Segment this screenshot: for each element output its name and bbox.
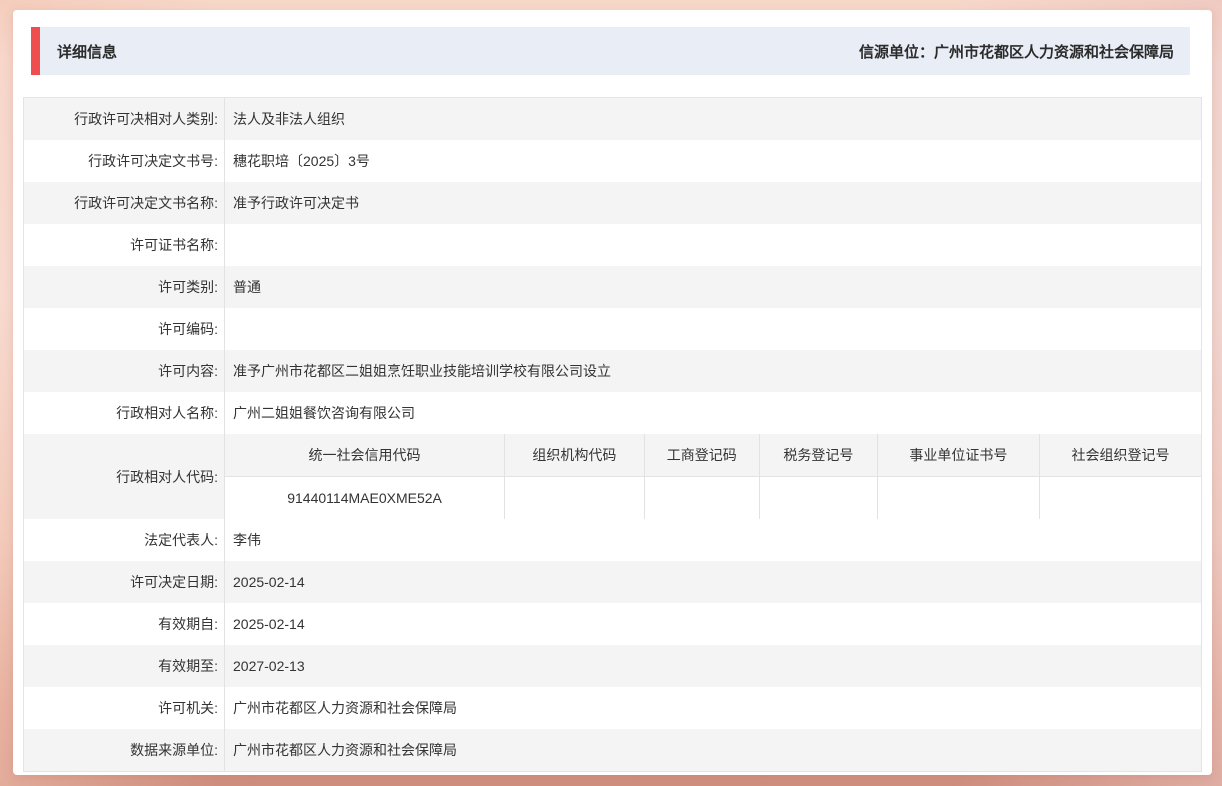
row-label: 许可决定日期: — [24, 561, 225, 603]
table-row: 许可机关: 广州市花都区人力资源和社会保障局 — [24, 687, 1201, 729]
table-row: 行政相对人名称: 广州二姐姐餐饮咨询有限公司 — [24, 392, 1201, 434]
row-label: 有效期至: — [24, 645, 225, 687]
row-label: 许可内容: — [24, 350, 225, 392]
code-col-header: 工商登记码 — [645, 434, 760, 476]
row-value: 穗花职培〔2025〕3号 — [233, 153, 370, 169]
row-value: 2025-02-14 — [233, 616, 305, 632]
table-row: 许可决定日期: 2025-02-14 — [24, 561, 1201, 603]
accent-bar — [31, 27, 40, 75]
row-label: 许可证书名称: — [24, 224, 225, 266]
row-value: 广州二姐姐餐饮咨询有限公司 — [233, 405, 415, 421]
code-col-value — [505, 477, 645, 519]
row-label: 行政相对人名称: — [24, 392, 225, 434]
row-value: 广州市花都区人力资源和社会保障局 — [233, 700, 457, 716]
table-row: 许可编码: — [24, 308, 1201, 350]
table-row: 数据来源单位: 广州市花都区人力资源和社会保障局 — [24, 729, 1201, 771]
row-value: 广州市花都区人力资源和社会保障局 — [233, 742, 457, 758]
row-label: 行政许可决相对人类别: — [24, 98, 225, 140]
detail-panel: 详细信息 信源单位：广州市花都区人力资源和社会保障局 行政许可决相对人类别: 法… — [13, 10, 1212, 775]
row-label: 行政许可决定文书号: — [24, 140, 225, 182]
row-label: 许可类别: — [24, 266, 225, 308]
table-row-counterpart-codes: 行政相对人代码: 统一社会信用代码 组织机构代码 工商登记码 税务登记号 事业单… — [24, 434, 1201, 519]
code-table-header-row: 统一社会信用代码 组织机构代码 工商登记码 税务登记号 事业单位证书号 社会组织… — [225, 434, 1201, 477]
code-col-value — [760, 477, 878, 519]
code-col-value — [1040, 477, 1201, 519]
row-value: 2025-02-14 — [233, 574, 305, 590]
table-row: 许可类别: 普通 — [24, 266, 1201, 308]
table-row: 行政许可决定文书名称: 准予行政许可决定书 — [24, 182, 1201, 224]
row-label: 行政许可决定文书名称: — [24, 182, 225, 224]
row-value — [225, 224, 1201, 266]
table-row: 法定代表人: 李伟 — [24, 519, 1201, 561]
row-value: 准予行政许可决定书 — [233, 195, 359, 211]
row-value — [225, 308, 1201, 350]
row-label: 许可编码: — [24, 308, 225, 350]
row-value: 普通 — [233, 279, 261, 295]
table-row: 行政许可决相对人类别: 法人及非法人组织 — [24, 98, 1201, 140]
code-col-header: 组织机构代码 — [505, 434, 645, 476]
row-value: 统一社会信用代码 组织机构代码 工商登记码 税务登记号 事业单位证书号 社会组织… — [225, 434, 1201, 519]
table-row: 许可证书名称: — [24, 224, 1201, 266]
page-title: 详细信息 — [57, 43, 118, 61]
code-col-value: 91440114MAE0XME52A — [225, 477, 506, 519]
source-unit-label: 信源单位：广州市花都区人力资源和社会保障局 — [858, 43, 1174, 61]
table-row: 行政许可决定文书号: 穗花职培〔2025〕3号 — [24, 140, 1201, 182]
code-col-header: 社会组织登记号 — [1071, 447, 1170, 463]
table-row: 许可内容: 准予广州市花都区二姐姐烹饪职业技能培训学校有限公司设立 — [24, 350, 1201, 392]
code-col-header: 事业单位证书号 — [878, 434, 1040, 476]
row-value: 2027-02-13 — [233, 658, 305, 674]
row-label: 有效期自: — [24, 603, 225, 645]
code-col-value — [645, 477, 760, 519]
table-row: 有效期自: 2025-02-14 — [24, 603, 1201, 645]
row-label: 数据来源单位: — [24, 729, 225, 771]
row-label: 许可机关: — [24, 687, 225, 729]
row-value: 法人及非法人组织 — [233, 111, 345, 127]
row-value: 李伟 — [233, 532, 261, 548]
panel-header: 详细信息 信源单位：广州市花都区人力资源和社会保障局 — [31, 27, 1190, 75]
row-value: 准予广州市花都区二姐姐烹饪职业技能培训学校有限公司设立 — [233, 363, 611, 379]
detail-table: 行政许可决相对人类别: 法人及非法人组织 行政许可决定文书号: 穗花职培〔202… — [23, 97, 1202, 772]
code-table: 统一社会信用代码 组织机构代码 工商登记码 税务登记号 事业单位证书号 社会组织… — [225, 434, 1201, 519]
code-col-value — [878, 477, 1040, 519]
table-row: 有效期至: 2027-02-13 — [24, 645, 1201, 687]
row-label: 行政相对人代码: — [24, 434, 225, 519]
row-label: 法定代表人: — [24, 519, 225, 561]
code-col-header: 税务登记号 — [760, 434, 878, 476]
code-table-value-row: 91440114MAE0XME52A — [225, 477, 1201, 519]
code-col-header: 统一社会信用代码 — [225, 434, 506, 476]
